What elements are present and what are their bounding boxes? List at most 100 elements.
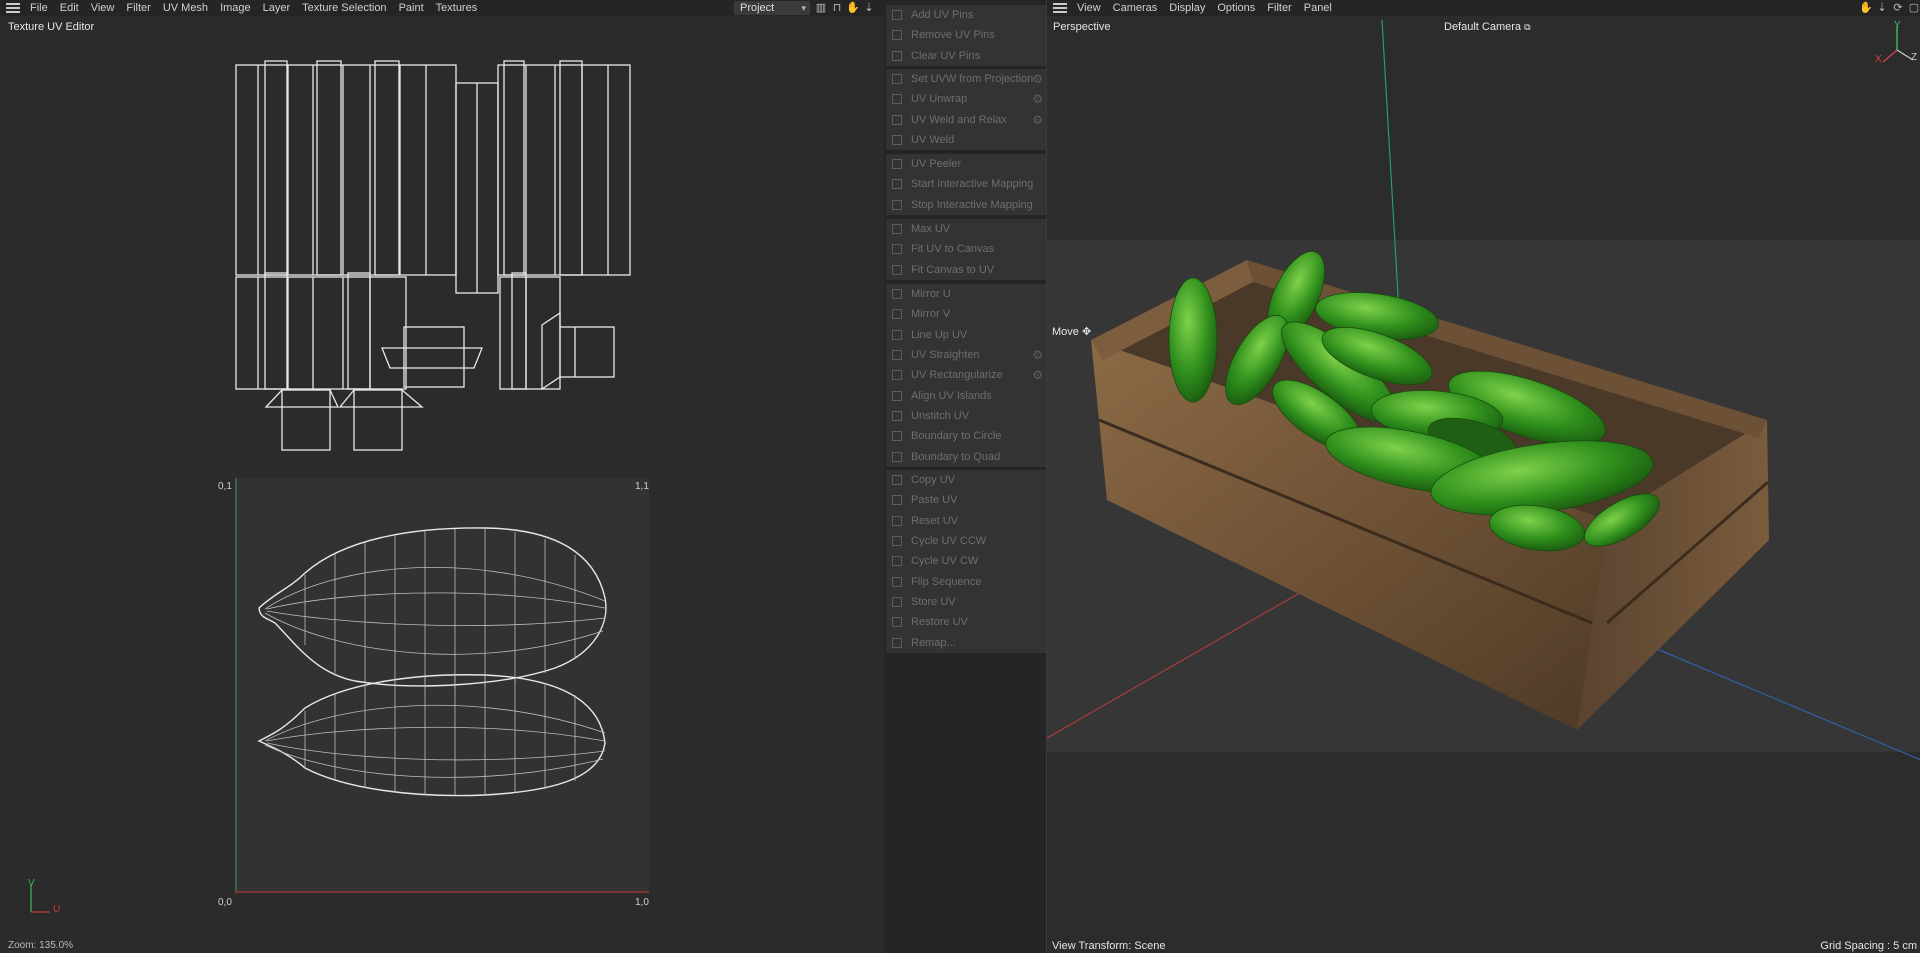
command-uv-peeler[interactable]: UV Peeler — [886, 154, 1046, 174]
command-label: Mirror U — [911, 288, 951, 301]
pan-hand-icon[interactable]: ✋ — [1859, 1, 1873, 15]
gear-icon[interactable]: ⚙ — [1032, 369, 1043, 381]
command-max-uv[interactable]: Max UV — [886, 219, 1046, 239]
command-label: Store UV — [911, 595, 956, 608]
crate-uv-islands[interactable] — [230, 55, 660, 460]
command-label: Fit UV to Canvas — [911, 243, 995, 256]
project-select[interactable]: Project — [734, 1, 810, 15]
hamburger-menu-icon[interactable] — [6, 3, 20, 13]
gear-icon[interactable]: ⚙ — [1032, 93, 1043, 105]
command-mirror-u[interactable]: Mirror U — [886, 284, 1046, 304]
axis-v-label: V — [28, 878, 35, 889]
zoom-status: Zoom: 135.0% — [8, 940, 74, 951]
camera-name: Default Camera — [1444, 21, 1522, 33]
circle-icon — [892, 431, 902, 442]
command-set-uvw-from-projection[interactable]: Set UVW from Projection ⚙ — [886, 69, 1046, 89]
command-remap[interactable]: Remap... — [886, 632, 1046, 652]
command-paste-uv[interactable]: Paste UV — [886, 490, 1046, 510]
move-icon: ✥ — [1081, 326, 1092, 338]
menu-edit[interactable]: Edit — [54, 0, 85, 16]
command-cycle-uv-cw[interactable]: Cycle UV CW — [886, 551, 1046, 571]
command-uv-unwrap[interactable]: UV Unwrap ⚙ — [886, 89, 1046, 109]
pan-hand-icon[interactable]: ✋ — [846, 1, 860, 15]
menu-paint[interactable]: Paint — [393, 0, 430, 16]
viewport-scene[interactable] — [1047, 20, 1920, 953]
move-tool-indicator: Move ✥ — [1052, 325, 1091, 338]
rotate-icon[interactable]: ⟳ — [1891, 1, 1905, 15]
command-boundary-to-circle[interactable]: Boundary to Circle — [886, 426, 1046, 446]
command-label: Line Up UV — [911, 328, 968, 341]
command-uv-weld-and-relax[interactable]: UV Weld and Relax ⚙ — [886, 110, 1046, 130]
command-uv-rectangularize[interactable]: UV Rectangularize ⚙ — [886, 365, 1046, 385]
command-start-interactive-mapping[interactable]: Start Interactive Mapping — [886, 174, 1046, 194]
menu-cameras[interactable]: Cameras — [1107, 0, 1164, 16]
uv-canvas[interactable] — [235, 478, 649, 893]
gear-icon[interactable]: ⚙ — [1032, 73, 1043, 85]
command-label: UV Weld and Relax — [911, 113, 1007, 126]
play-icon — [892, 179, 902, 190]
rectangularize-icon — [892, 370, 902, 381]
command-label: UV Straighten — [911, 349, 980, 362]
command-cycle-uv-ccw[interactable]: Cycle UV CCW — [886, 531, 1046, 551]
command-label: Add UV Pins — [911, 9, 974, 22]
command-store-uv[interactable]: Store UV — [886, 592, 1046, 612]
menu-uv-mesh[interactable]: UV Mesh — [157, 0, 214, 16]
command-uv-weld[interactable]: UV Weld — [886, 130, 1046, 150]
command-unstitch-uv[interactable]: Unstitch UV — [886, 406, 1046, 426]
command-clear-uv-pins[interactable]: Clear UV Pins — [886, 46, 1046, 66]
command-fit-uv-to-canvas[interactable]: Fit UV to Canvas — [886, 239, 1046, 259]
command-restore-uv[interactable]: Restore UV — [886, 612, 1046, 632]
command-uv-straighten[interactable]: UV Straighten ⚙ — [886, 345, 1046, 365]
command-label: Set UVW from Projection — [911, 73, 1034, 86]
command-reset-uv[interactable]: Reset UV — [886, 511, 1046, 531]
viewport-camera-label[interactable]: Default Camera ⧉ — [1444, 21, 1531, 33]
command-label: Mirror V — [911, 308, 951, 321]
menu-file[interactable]: File — [24, 0, 54, 16]
grid-spacing-status: Grid Spacing : 5 cm — [1820, 940, 1917, 952]
menu-panel[interactable]: Panel — [1298, 0, 1338, 16]
projection-icon — [892, 74, 902, 85]
menu-filter[interactable]: Filter — [1261, 0, 1297, 16]
menu-layer[interactable]: Layer — [257, 0, 297, 16]
command-mirror-v[interactable]: Mirror V — [886, 304, 1046, 324]
command-stop-interactive-mapping[interactable]: Stop Interactive Mapping — [886, 195, 1046, 215]
axis-u-label: U — [53, 904, 61, 915]
gear-icon[interactable]: ⚙ — [1032, 114, 1043, 126]
hamburger-menu-icon[interactable] — [1053, 3, 1067, 13]
command-boundary-to-quad[interactable]: Boundary to Quad — [886, 446, 1046, 466]
menu-options[interactable]: Options — [1211, 0, 1261, 16]
menu-filter[interactable]: Filter — [120, 0, 156, 16]
lock-icon[interactable]: ⊓ — [830, 1, 844, 15]
align-icon — [892, 390, 902, 401]
menu-display[interactable]: Display — [1163, 0, 1211, 16]
menu-textures[interactable]: Textures — [430, 0, 484, 16]
move-down-icon[interactable]: ⇣ — [862, 1, 876, 15]
command-line-up-uv[interactable]: Line Up UV — [886, 325, 1046, 345]
remap-icon — [892, 637, 902, 648]
maximize-icon[interactable]: ▢ — [1907, 1, 1920, 15]
mirror-u-icon — [892, 289, 902, 300]
flip-icon — [892, 576, 902, 587]
line-up-icon — [892, 329, 902, 340]
command-remove-uv-pins[interactable]: Remove UV Pins — [886, 25, 1046, 45]
move-down-icon[interactable]: ⇣ — [1875, 1, 1889, 15]
viewport-perspective-label[interactable]: Perspective — [1053, 21, 1110, 33]
menu-texture-selection[interactable]: Texture Selection — [296, 0, 392, 16]
command-fit-canvas-to-uv[interactable]: Fit Canvas to UV — [886, 260, 1046, 280]
command-label: Restore UV — [911, 616, 968, 629]
gear-icon[interactable]: ⚙ — [1032, 349, 1043, 361]
gizmo-x-label: X — [1875, 54, 1882, 65]
command-add-uv-pins[interactable]: Add UV Pins — [886, 5, 1046, 25]
perspective-viewport[interactable]: View Cameras Display Options Filter Pane… — [1046, 0, 1920, 953]
command-align-uv-islands[interactable]: Align UV Islands — [886, 385, 1046, 405]
command-group: Set UVW from Projection ⚙ UV Unwrap ⚙ UV Wel… — [886, 69, 1046, 151]
command-flip-sequence[interactable]: Flip Sequence — [886, 571, 1046, 591]
menu-image[interactable]: Image — [214, 0, 257, 16]
cucumber-uv-islands[interactable] — [255, 523, 635, 803]
command-copy-uv[interactable]: Copy UV — [886, 470, 1046, 490]
peeler-icon — [892, 159, 902, 170]
menu-view[interactable]: View — [85, 0, 121, 16]
uv-corner-bottom-right: 1,0 — [635, 897, 649, 908]
histogram-icon[interactable]: ▥ — [814, 1, 828, 15]
menu-view[interactable]: View — [1071, 0, 1107, 16]
